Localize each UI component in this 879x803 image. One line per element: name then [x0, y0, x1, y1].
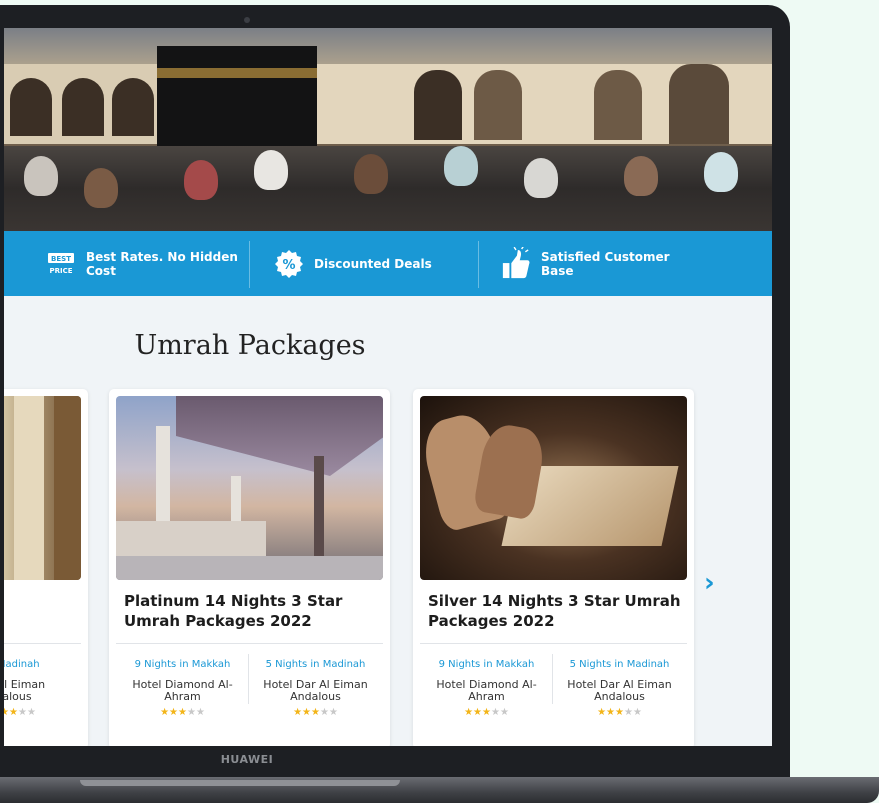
feature-discounted-deals: % Discounted Deals	[274, 231, 432, 296]
star-filled-icon: ★	[178, 707, 187, 718]
carousel-next-icon[interactable]: ›	[704, 568, 715, 598]
hero-image-kaaba	[4, 28, 772, 231]
package-title: Platinum 14 Nights 3 Star	[124, 592, 343, 610]
star-filled-icon: ★	[293, 707, 303, 718]
package-title-2: Packages 2022	[428, 612, 555, 630]
star-filled-icon: ★	[9, 707, 18, 718]
package-title: Silver 14 Nights 3 Star Umrah	[428, 592, 681, 610]
star-rating: ★★★★★	[4, 707, 80, 718]
star-empty-icon: ★	[632, 707, 642, 718]
nights-madinah: 5 Nights in Madinah	[265, 659, 366, 670]
feature-label: Satisfied Customer	[541, 249, 670, 264]
star-filled-icon: ★	[597, 707, 607, 718]
hotel-name-2: Ahram	[468, 690, 505, 703]
svg-text:BEST: BEST	[51, 255, 71, 263]
star-filled-icon: ★	[464, 707, 474, 718]
package-card[interactable]: mrah n Madinah ar Al Eiman dalous ★★★★★	[4, 389, 88, 746]
package-image-mosque	[4, 396, 81, 580]
star-rating: ★★★★★	[116, 707, 249, 718]
hotel-name-2: dalous	[4, 690, 32, 703]
star-rating: ★★★★★	[553, 707, 686, 718]
nights-makkah: 9 Nights in Makkah	[438, 659, 535, 670]
package-card[interactable]: Platinum 14 Nights 3 Star Umrah Packages…	[109, 389, 390, 746]
feature-satisfied-customers: Satisfied Customer Base	[501, 231, 670, 296]
svg-text:PRICE: PRICE	[49, 267, 72, 275]
star-filled-icon: ★	[615, 707, 624, 718]
star-empty-icon: ★	[328, 707, 338, 718]
svg-text:%: %	[282, 258, 295, 273]
hotel-name-2: Andalous	[290, 690, 341, 703]
webcam	[244, 17, 250, 23]
divider	[478, 241, 479, 288]
star-rating: ★★★★★	[420, 707, 553, 718]
nights-madinah: 5 Nights in Madinah	[569, 659, 670, 670]
star-empty-icon: ★	[319, 707, 329, 718]
features-strip: BEST PRICE Best Rates. No Hidden Cost % …	[4, 231, 772, 296]
percent-badge-icon: %	[274, 249, 304, 279]
feature-label-2: Cost	[86, 263, 116, 278]
divider	[249, 241, 250, 288]
star-filled-icon: ★	[473, 707, 483, 718]
nights-madinah: n Madinah	[4, 659, 40, 670]
package-image-quran	[420, 396, 687, 580]
feature-label-2: Base	[541, 263, 574, 278]
feature-label: Best Rates. No Hidden	[86, 249, 238, 264]
thumbs-up-icon	[501, 246, 531, 279]
star-empty-icon: ★	[26, 707, 36, 718]
package-image-madinah	[116, 396, 383, 580]
feature-best-rates: BEST PRICE Best Rates. No Hidden Cost	[46, 231, 238, 296]
star-filled-icon: ★	[606, 707, 616, 718]
hotel-name-2: Andalous	[594, 690, 645, 703]
hotel-name-2: Ahram	[164, 690, 201, 703]
laptop-screen: BEST PRICE Best Rates. No Hidden Cost % …	[4, 28, 772, 746]
brand-logo: HUAWEI	[220, 753, 274, 766]
star-filled-icon: ★	[302, 707, 312, 718]
best-price-icon: BEST PRICE	[46, 249, 76, 279]
kaaba	[157, 46, 317, 146]
feature-label: Discounted Deals	[314, 256, 432, 271]
star-empty-icon: ★	[490, 707, 500, 718]
star-empty-icon: ★	[499, 707, 509, 718]
nights-makkah: 9 Nights in Makkah	[134, 659, 231, 670]
star-filled-icon: ★	[169, 707, 179, 718]
star-empty-icon: ★	[195, 707, 205, 718]
star-empty-icon: ★	[623, 707, 633, 718]
star-empty-icon: ★	[17, 707, 27, 718]
star-empty-icon: ★	[186, 707, 196, 718]
package-title-2: Umrah Packages 2022	[124, 612, 312, 630]
laptop-notch	[80, 780, 400, 786]
section-title: Umrah Packages	[134, 330, 366, 361]
package-card[interactable]: Silver 14 Nights 3 Star Umrah Packages 2…	[413, 389, 694, 746]
star-filled-icon: ★	[160, 707, 170, 718]
star-filled-icon: ★	[482, 707, 491, 718]
package-title: mrah	[4, 591, 77, 611]
star-rating: ★★★★★	[249, 707, 382, 718]
star-filled-icon: ★	[311, 707, 320, 718]
